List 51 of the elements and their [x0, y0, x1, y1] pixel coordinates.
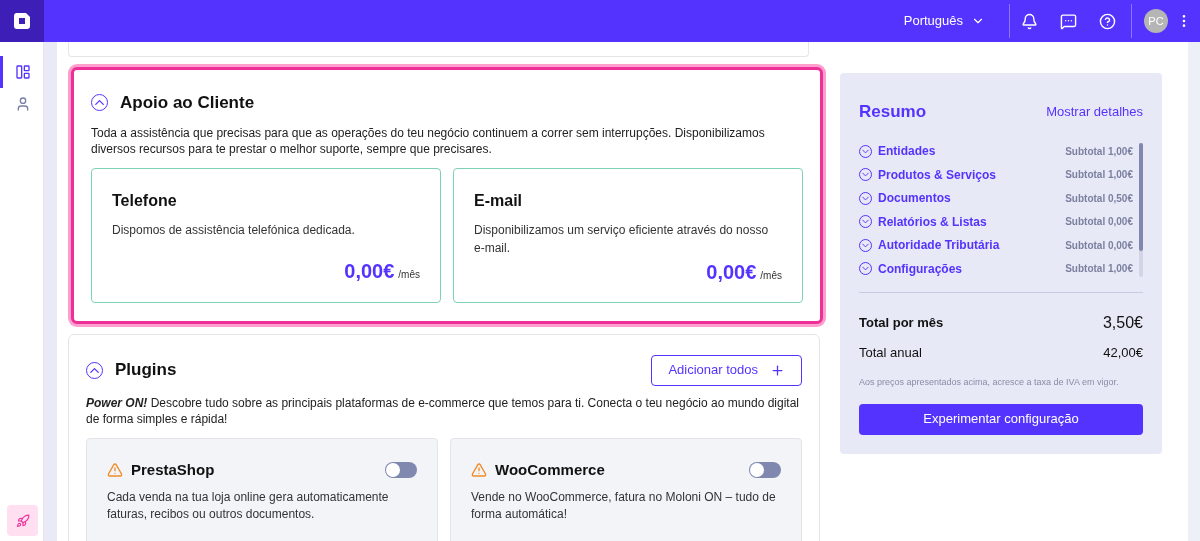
section-intro: Toda a assistência que precisas para que as operações do teu negócio continuem a correr sem interrupções. Disponibilizamos diversos recursos para te prestar o melhor suporte, sempre que precisares.	[91, 124, 766, 157]
monthly-total-label: Total por mês	[859, 313, 944, 332]
card-title: E-mail	[474, 190, 523, 211]
card-description: Cada venda na tua loja online gera automaticamente faturas, recibos ou outros documentos.	[107, 489, 390, 523]
price: 0,00€	[706, 259, 757, 285]
section-title: Apoio ao Cliente	[120, 92, 255, 114]
page-scrollbar[interactable]	[1188, 42, 1200, 541]
summary-item[interactable]: Relatórios & Listas	[859, 212, 987, 231]
card-description: Dispomos de assistência telefónica dedicada.	[112, 221, 356, 239]
subtotal: Subtotal 0,00€	[1065, 238, 1133, 253]
section-intro: Power ON! Descobre tudo sobre as principais plataformas de e-commerce que temos para ti. Conecta o teu negócio ao mundo digital de forma simples e rápida!	[86, 394, 801, 427]
toggle-switch[interactable]	[385, 461, 417, 478]
summary-item[interactable]: Autoridade Tributária	[859, 236, 1000, 255]
annual-total-value: 42,00€	[1103, 343, 1143, 362]
subtotal: Subtotal 0,00€	[1065, 215, 1133, 230]
subtotal: Subtotal 1,00€	[1065, 262, 1133, 277]
price-unit: /mês	[398, 267, 420, 282]
card-description: Vende no WooCommerce, fatura no Moloni ON – tudo de forma automática!	[471, 489, 777, 523]
vat-note: Aos preços apresentados acima, acresce a taxa de IVA em vigor.	[859, 376, 1120, 389]
price: 0,00€	[344, 258, 395, 284]
layout-icon	[15, 64, 31, 80]
user-icon	[15, 96, 31, 112]
scrollbar[interactable]	[1139, 142, 1143, 277]
annual-total-label: Total anual	[859, 343, 922, 362]
card-title: WooCommerce	[495, 459, 605, 480]
subtotal: Subtotal 1,00€	[1065, 144, 1133, 159]
summary-item[interactable]: Documentos	[859, 189, 951, 208]
rocket-icon	[15, 513, 30, 528]
summary-item[interactable]: Produtos & Serviços	[859, 165, 997, 184]
subtotal: Subtotal 1,00€	[1065, 168, 1133, 183]
monthly-total-value: 3,50€	[1102, 312, 1143, 333]
logo-icon	[13, 12, 31, 30]
warning-icon	[107, 461, 123, 478]
plus-icon	[770, 362, 785, 378]
price-unit: /mês	[760, 268, 782, 283]
add-all-button[interactable]: Adicionar todos	[651, 354, 802, 386]
warning-icon	[471, 461, 487, 478]
logo-tile[interactable]	[0, 0, 44, 42]
try-configuration-button[interactable]: Experimentar configuração	[859, 403, 1143, 435]
subtotal: Subtotal 0,50€	[1065, 191, 1133, 206]
card-title: PrestaShop	[131, 459, 215, 480]
card-title: Telefone	[112, 190, 178, 211]
summary-item[interactable]: Entidades	[859, 142, 936, 161]
summary-title: Resumo	[859, 101, 927, 123]
toggle-switch[interactable]	[749, 461, 781, 478]
language-dropdown[interactable]: Português	[903, 11, 1009, 31]
summary-item[interactable]: Configurações	[859, 259, 962, 278]
details-link[interactable]: Mostrar detalhes	[1046, 102, 1143, 122]
rocket-button[interactable]	[7, 505, 38, 536]
card-description: Disponibilizamos um serviço eficiente através do nosso e-mail.	[474, 221, 770, 257]
section-title: Plugins	[115, 359, 177, 382]
